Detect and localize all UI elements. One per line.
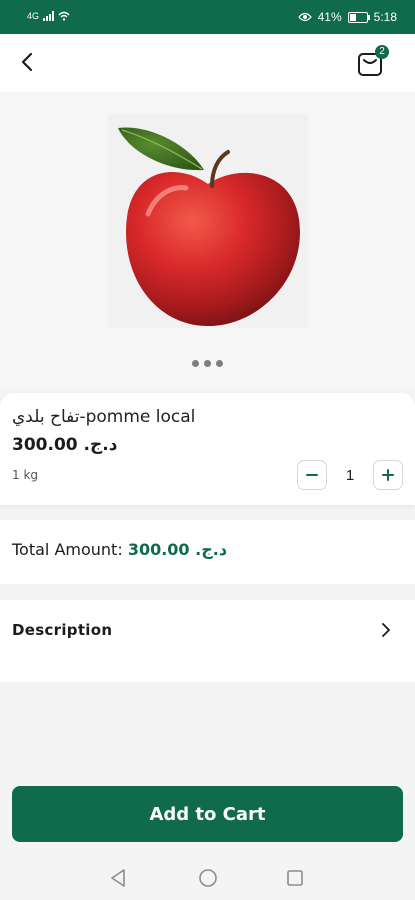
total-text: Total Amount: 300.00 .د.ج — [12, 540, 227, 559]
back-arrow-icon — [21, 52, 33, 72]
nav-home-icon[interactable] — [198, 868, 218, 888]
network-type: 4G — [27, 11, 40, 21]
product-gallery[interactable] — [0, 92, 415, 390]
description-row[interactable]: Description — [0, 600, 415, 682]
product-name: تفاح بلدي-pomme local — [12, 407, 196, 427]
eye-icon — [297, 12, 312, 22]
nav-recent-apps-icon[interactable] — [286, 869, 304, 887]
product-unit: 1 kg — [12, 468, 39, 482]
quantity-value: 1 — [345, 466, 355, 484]
quantity-stepper: 1 — [297, 460, 403, 490]
gallery-pagination — [0, 360, 415, 367]
status-left: 4G — [27, 11, 70, 21]
battery-icon — [347, 11, 370, 23]
decrease-quantity-button[interactable] — [297, 460, 327, 490]
back-button[interactable] — [14, 48, 42, 76]
cart-button[interactable]: 2 — [355, 44, 389, 78]
signal-icon — [43, 11, 55, 21]
cart-count-badge: 2 — [375, 45, 389, 59]
page-dot[interactable] — [204, 360, 211, 367]
total-row: Total Amount: 300.00 .د.ج — [0, 520, 415, 584]
status-bar: 4G 41% 5:18 — [0, 0, 415, 34]
product-card: تفاح بلدي-pomme local د.ج. 300.00 1 kg 1 — [0, 393, 415, 505]
status-right: 41% 5:18 — [297, 10, 397, 24]
description-label: Description — [12, 621, 113, 639]
battery-fill — [349, 13, 357, 21]
increase-quantity-button[interactable] — [373, 460, 403, 490]
app-bar: 2 — [0, 34, 415, 92]
minus-icon — [306, 474, 318, 476]
add-to-cart-button[interactable]: Add to Cart — [12, 786, 403, 842]
plus-icon — [382, 469, 394, 481]
chevron-right-icon — [382, 623, 390, 637]
page-dot[interactable] — [216, 360, 223, 367]
system-nav-bar — [0, 856, 415, 900]
nav-back-icon[interactable] — [109, 868, 127, 888]
wifi-icon — [58, 11, 70, 21]
product-image — [108, 114, 308, 328]
total-amount: 300.00 .د.ج — [127, 540, 228, 559]
page-dot[interactable] — [192, 360, 199, 367]
total-label: Total Amount: — [12, 540, 128, 559]
product-price: د.ج. 300.00 — [12, 435, 118, 455]
clock: 5:18 — [373, 10, 397, 24]
battery-percent: 41% — [317, 10, 342, 24]
apple-image — [118, 127, 300, 326]
